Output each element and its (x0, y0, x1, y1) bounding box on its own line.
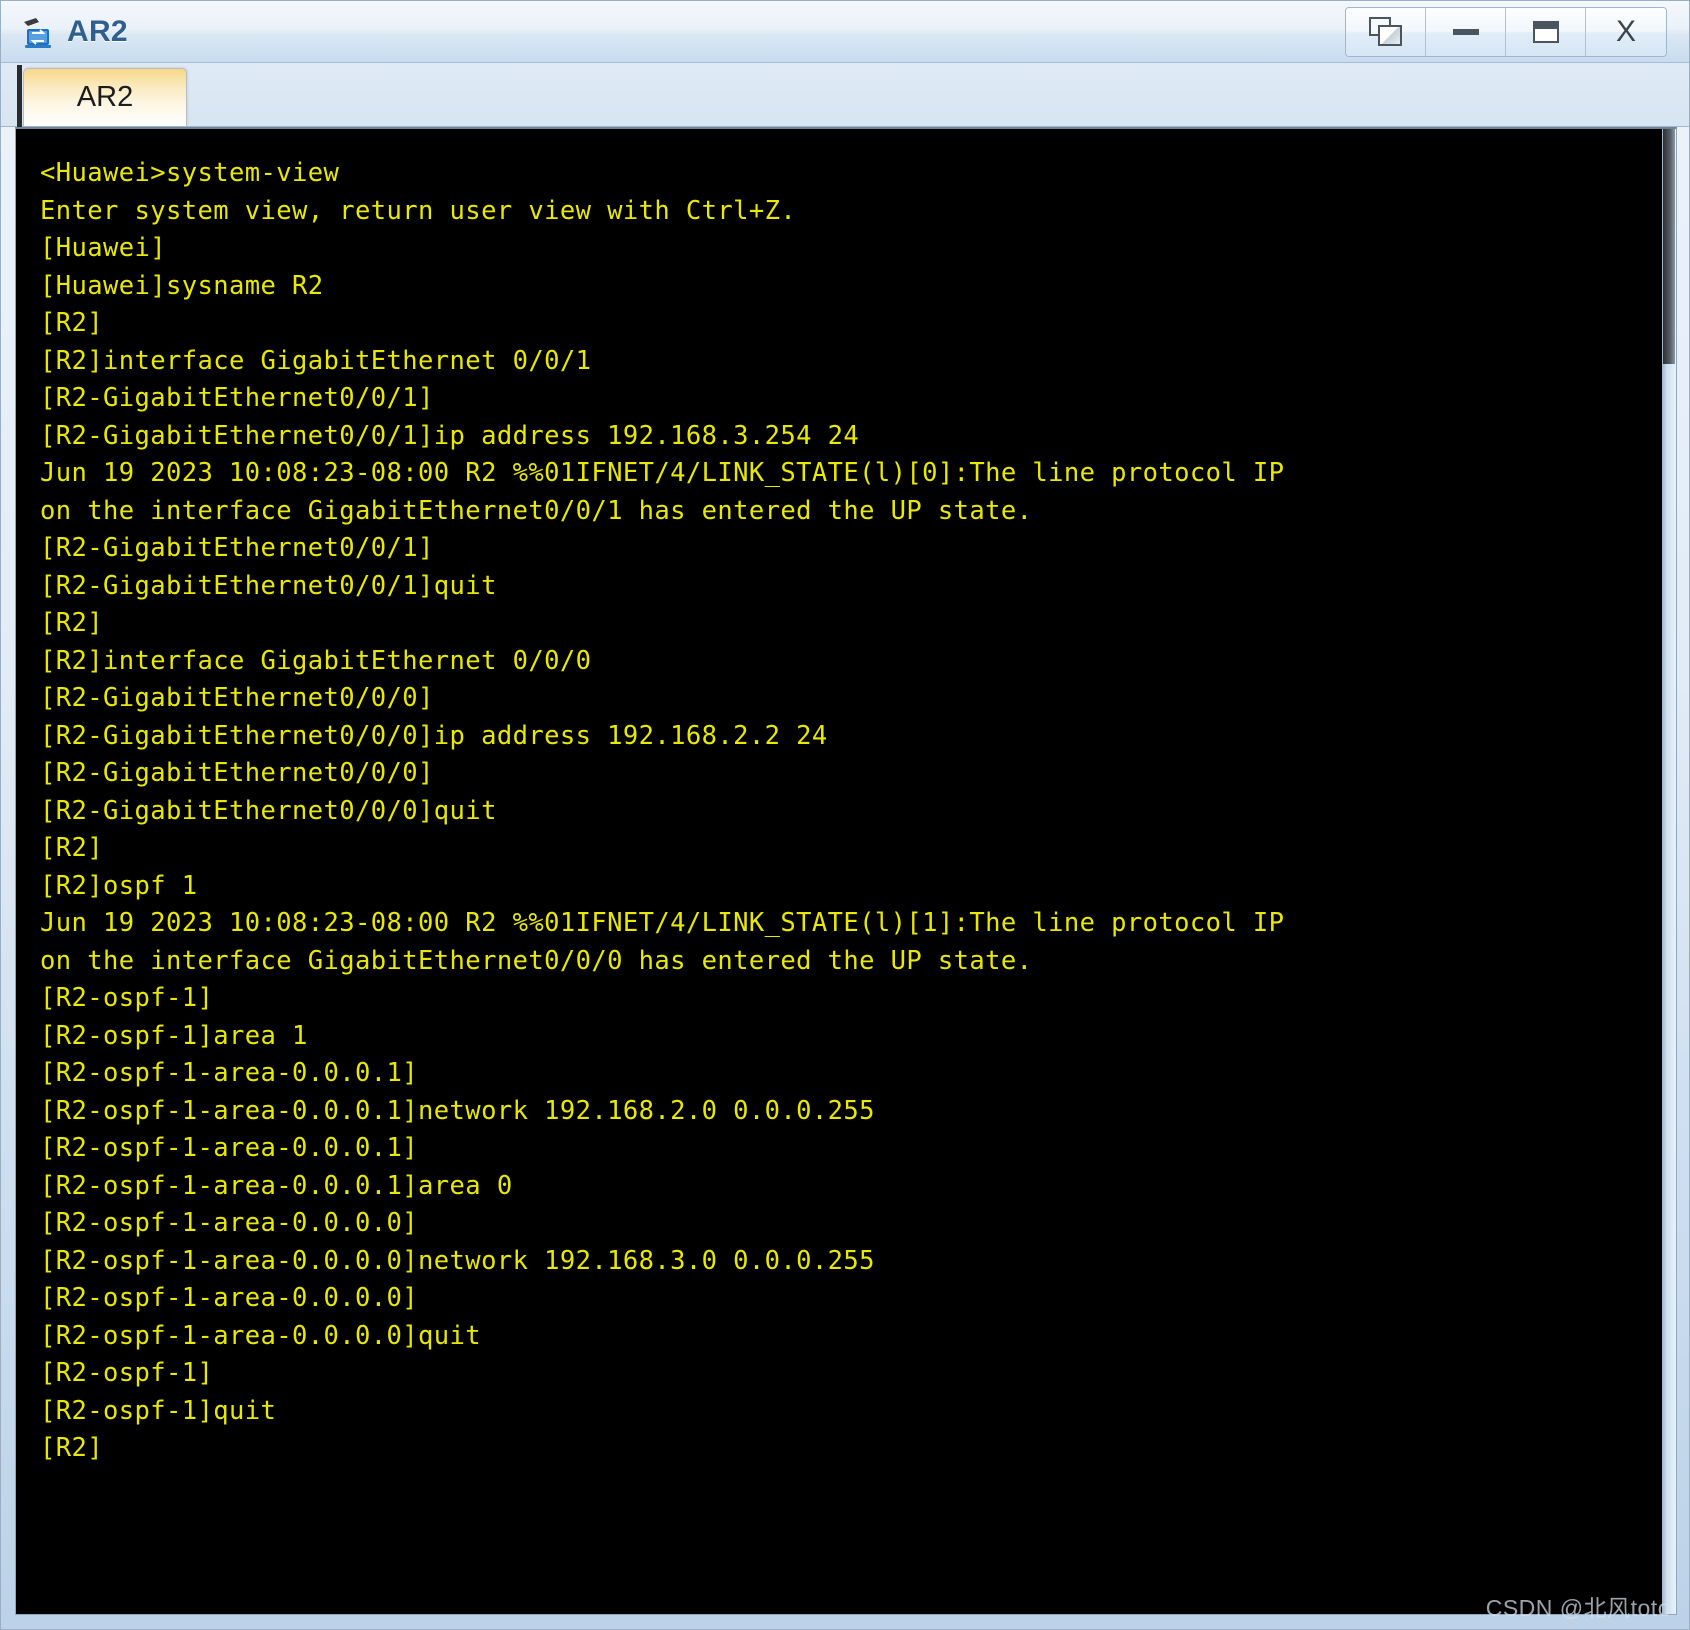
close-button[interactable]: X (1586, 8, 1666, 56)
terminal-line: [R2-ospf-1-area-0.0.0.1] (40, 1058, 419, 1088)
tab-ar2[interactable]: AR2 (17, 65, 187, 127)
terminal-line: [R2-GigabitEthernet0/0/0] (40, 758, 434, 788)
terminal-line: Jun 19 2023 10:08:23-08:00 R2 %%01IFNET/… (40, 908, 1285, 938)
terminal-scrollbar[interactable] (1662, 129, 1676, 1614)
terminal-line: [R2-GigabitEthernet0/0/0]quit (40, 795, 497, 826)
window-controls: X (1345, 7, 1667, 57)
terminal-line: [R2-ospf-1-area-0.0.0.0]quit (40, 1320, 482, 1351)
terminal-panel: <Huawei>system-view Enter system view, re… (15, 127, 1677, 1615)
terminal-line: [R2-ospf-1-area-0.0.0.0]network 192.168.… (40, 1245, 875, 1276)
terminal-line: [R2-GigabitEthernet0/0/0] (40, 683, 434, 713)
terminal-line: on the interface GigabitEthernet0/0/1 ha… (40, 495, 1033, 526)
tab-strip: AR2 (1, 63, 1689, 127)
window-title: AR2 (67, 14, 128, 48)
terminal-line: [Huawei] (40, 233, 167, 263)
terminal-line: [R2] (40, 608, 104, 638)
terminal-line: [R2] (40, 1433, 104, 1463)
minimize-icon (1452, 29, 1479, 35)
terminal-line: [R2-GigabitEthernet0/0/0]ip address 192.… (40, 720, 828, 751)
ar2-console-window: AR2 X AR2 <Huawei>system-view Enter syst… (0, 0, 1690, 1630)
terminal-line: [R2]ospf 1 (40, 870, 198, 901)
terminal-line: [R2] (40, 308, 104, 338)
router-icon (19, 13, 57, 51)
terminal-line: [R2-ospf-1] (40, 1358, 214, 1388)
terminal-line: [R2-ospf-1-area-0.0.0.0] (40, 1208, 419, 1238)
terminal-line: [R2-ospf-1-area-0.0.0.0] (40, 1283, 419, 1313)
terminal-line: Jun 19 2023 10:08:23-08:00 R2 %%01IFNET/… (40, 458, 1285, 488)
tab-label: AR2 (76, 81, 134, 113)
terminal-line: [R2] (40, 833, 104, 863)
terminal-line: [R2]interface GigabitEthernet 0/0/1 (40, 345, 592, 376)
terminal-line: [R2]interface GigabitEthernet 0/0/0 (40, 645, 592, 676)
title-bar: AR2 X (1, 1, 1689, 63)
minimize-button[interactable] (1426, 8, 1506, 56)
terminal-line: [R2-GigabitEthernet0/0/1]quit (40, 570, 497, 601)
terminal-line: [R2-ospf-1]quit (40, 1395, 277, 1426)
terminal-line: [R2-ospf-1-area-0.0.0.1]area 0 (40, 1170, 513, 1201)
terminal-line: [R2-ospf-1-area-0.0.0.1]network 192.168.… (40, 1095, 875, 1126)
terminal-line: [R2-GigabitEthernet0/0/1] (40, 383, 434, 413)
terminal-line: [R2-GigabitEthernet0/0/1]ip address 192.… (40, 420, 860, 451)
terminal-line: on the interface GigabitEthernet0/0/0 ha… (40, 945, 1033, 976)
maximize-icon (1532, 21, 1559, 43)
close-icon: X (1615, 15, 1636, 48)
terminal-line: [R2-ospf-1] (40, 983, 214, 1013)
scrollbar-thumb[interactable] (1663, 129, 1675, 364)
terminal-output[interactable]: <Huawei>system-view Enter system view, re… (16, 129, 1662, 1614)
restore-icon (1368, 17, 1403, 47)
terminal-line: <Huawei>system-view (40, 158, 340, 188)
terminal-line: [R2-ospf-1-area-0.0.0.1] (40, 1133, 419, 1163)
terminal-line: Enter system view, return user view with… (40, 195, 797, 226)
terminal-line: [R2-ospf-1]area 1 (40, 1020, 308, 1051)
terminal-line: [Huawei]sysname R2 (40, 270, 324, 301)
maximize-button[interactable] (1506, 8, 1586, 56)
restore-window-button[interactable] (1346, 8, 1426, 56)
terminal-line: [R2-GigabitEthernet0/0/1] (40, 533, 434, 563)
